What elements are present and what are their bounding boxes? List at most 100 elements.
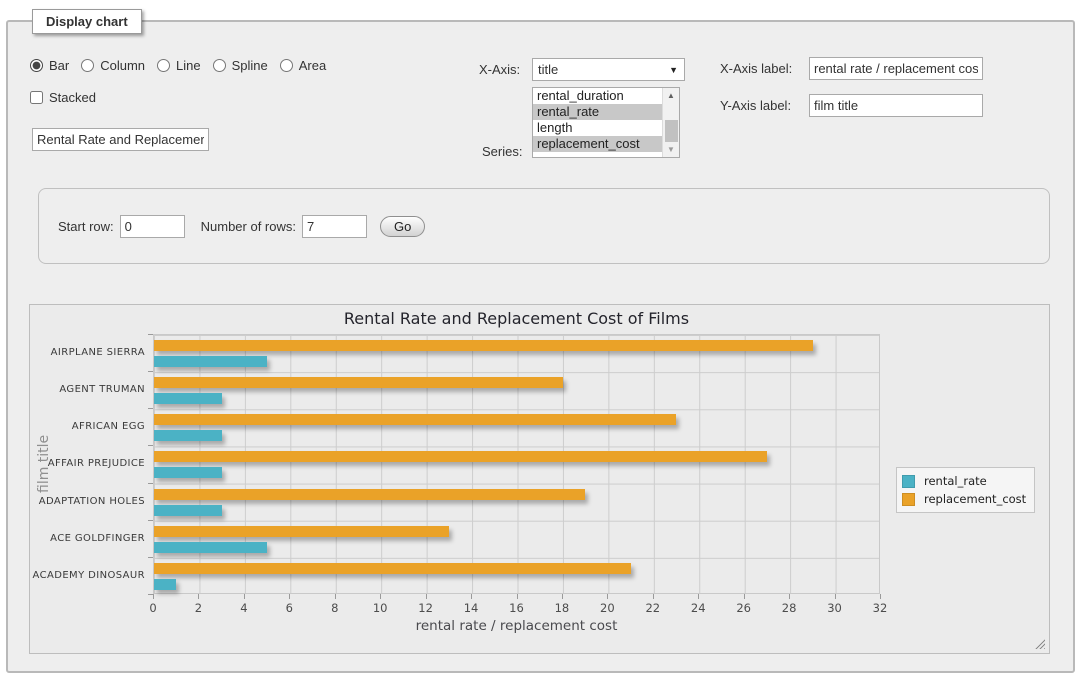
x-tick-mark <box>426 594 427 599</box>
y-category-label: ACADEMY DINOSAUR <box>30 570 145 581</box>
start-row-label: Start row: <box>58 219 114 234</box>
x-axis-select-value: title <box>538 62 558 77</box>
y-tick-mark <box>148 371 153 372</box>
display-chart-panel: Display chart BarColumnLineSplineArea St… <box>6 20 1075 673</box>
bar-rental_rate <box>154 467 222 478</box>
chevron-down-icon: ▼ <box>669 65 678 75</box>
x-tick-label: 20 <box>592 601 622 615</box>
chart-type-radio-spline[interactable] <box>213 59 226 72</box>
y-tick-mark <box>148 334 153 335</box>
y-tick-mark <box>148 520 153 521</box>
chart-type-radio-area[interactable] <box>280 59 293 72</box>
legend-row: replacement_cost <box>902 490 1026 508</box>
x-tick-label: 10 <box>365 601 395 615</box>
x-tick-mark <box>517 594 518 599</box>
legend-swatch-replacement_cost <box>902 493 915 506</box>
resize-handle-icon[interactable] <box>1034 638 1045 649</box>
y-category-label: AFRICAN EGG <box>30 421 145 432</box>
x-tick-mark <box>289 594 290 599</box>
legend-label-replacement_cost: replacement_cost <box>924 492 1026 506</box>
stacked-row: Stacked <box>30 90 96 105</box>
scroll-down-icon[interactable]: ▼ <box>663 142 679 157</box>
x-tick-mark <box>607 594 608 599</box>
listbox-scrollbar[interactable]: ▲ ▼ <box>662 88 679 157</box>
x-axis-label-input[interactable] <box>809 57 983 80</box>
chart-title-input[interactable] <box>32 128 209 151</box>
legend-swatch-rental_rate <box>902 475 915 488</box>
number-of-rows-input[interactable] <box>302 215 367 238</box>
stacked-checkbox[interactable] <box>30 91 43 104</box>
y-tick-mark <box>148 483 153 484</box>
y-axis-label-caption: Y-Axis label: <box>720 98 791 113</box>
series-option-rental_duration[interactable]: rental_duration <box>533 88 662 104</box>
series-caption: Series: <box>482 144 522 159</box>
go-button[interactable]: Go <box>380 216 425 237</box>
x-tick-mark <box>880 594 881 599</box>
chart-container: Rental Rate and Replacement Cost of Film… <box>29 304 1050 654</box>
y-category-label: AGENT TRUMAN <box>30 384 145 395</box>
bar-replacement_cost <box>154 377 563 388</box>
x-tick-label: 28 <box>774 601 804 615</box>
x-tick-label: 26 <box>729 601 759 615</box>
chart-x-axis-label: rental rate / replacement cost <box>153 618 880 634</box>
y-category-label: ADAPTATION HOLES <box>30 496 145 507</box>
x-tick-label: 8 <box>320 601 350 615</box>
x-tick-label: 32 <box>865 601 895 615</box>
series-option-replacement_cost[interactable]: replacement_cost <box>533 136 662 152</box>
stacked-label: Stacked <box>49 90 96 105</box>
x-tick-label: 22 <box>638 601 668 615</box>
x-tick-label: 12 <box>411 601 441 615</box>
chart-type-label-area: Area <box>299 58 326 73</box>
number-of-rows-label: Number of rows: <box>201 219 296 234</box>
x-axis-label-caption: X-Axis label: <box>720 61 792 76</box>
x-tick-label: 18 <box>547 601 577 615</box>
chart-type-radio-line[interactable] <box>157 59 170 72</box>
x-tick-mark <box>244 594 245 599</box>
bar-replacement_cost <box>154 563 631 574</box>
x-tick-label: 16 <box>502 601 532 615</box>
x-tick-label: 4 <box>229 601 259 615</box>
x-tick-label: 30 <box>820 601 850 615</box>
scrollbar-thumb[interactable] <box>665 120 678 142</box>
bar-replacement_cost <box>154 340 813 351</box>
bar-rental_rate <box>154 430 222 441</box>
bar-rental_rate <box>154 505 222 516</box>
x-tick-mark <box>835 594 836 599</box>
bar-rental_rate <box>154 356 267 367</box>
chart-type-radio-column[interactable] <box>81 59 94 72</box>
x-tick-label: 2 <box>183 601 213 615</box>
x-tick-mark <box>653 594 654 599</box>
rows-panel: Start row: Number of rows: Go <box>38 188 1050 264</box>
series-option-rental_rate[interactable]: rental_rate <box>533 104 662 120</box>
chart-type-radio-bar[interactable] <box>30 59 43 72</box>
chart-type-label-column: Column <box>100 58 145 73</box>
y-category-label: ACE GOLDFINGER <box>30 533 145 544</box>
scroll-up-icon[interactable]: ▲ <box>663 88 679 103</box>
y-axis-label-input[interactable] <box>809 94 983 117</box>
y-category-label: AIRPLANE SIERRA <box>30 347 145 358</box>
chart-type-label-spline: Spline <box>232 58 268 73</box>
y-tick-mark <box>148 557 153 558</box>
x-tick-label: 14 <box>456 601 486 615</box>
x-tick-label: 24 <box>683 601 713 615</box>
bar-rental_rate <box>154 579 176 590</box>
x-tick-mark <box>471 594 472 599</box>
x-tick-mark <box>562 594 563 599</box>
start-row-input[interactable] <box>120 215 185 238</box>
x-axis-select[interactable]: title ▼ <box>532 58 685 81</box>
chart-type-label-line: Line <box>176 58 201 73</box>
x-tick-mark <box>380 594 381 599</box>
bar-replacement_cost <box>154 489 585 500</box>
series-listbox[interactable]: rental_durationrental_ratelengthreplacem… <box>532 87 680 158</box>
plot-grid <box>153 334 880 594</box>
x-tick-mark <box>335 594 336 599</box>
bar-rental_rate <box>154 542 267 553</box>
x-tick-label: 6 <box>274 601 304 615</box>
chart-legend: rental_rate replacement_cost <box>896 467 1035 513</box>
chart-title: Rental Rate and Replacement Cost of Film… <box>153 309 880 328</box>
x-tick-mark <box>789 594 790 599</box>
bar-replacement_cost <box>154 451 767 462</box>
legend-row: rental_rate <box>902 472 1026 490</box>
series-option-length[interactable]: length <box>533 120 662 136</box>
panel-title: Display chart <box>32 9 142 34</box>
